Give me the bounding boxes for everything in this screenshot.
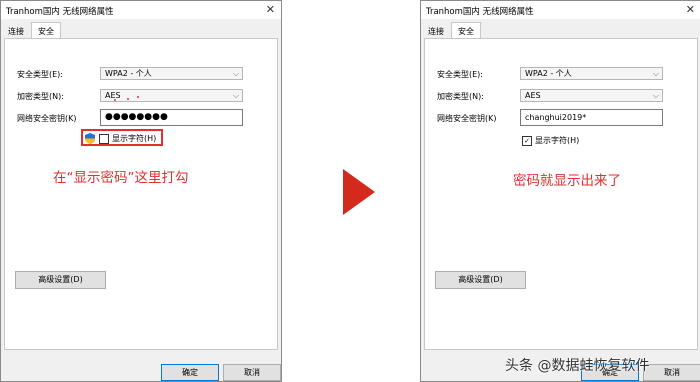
wifi-properties-dialog-before: Tranhom国内 无线网络属性 ✕ 连接 安全 安全类型(E): WPA2 -… — [0, 0, 282, 382]
chevron-down-icon: ⌵ — [232, 91, 239, 100]
encryption-type-select[interactable]: AES ⌵ — [520, 89, 663, 102]
security-type-value: WPA2 - 个人 — [525, 69, 572, 78]
cancel-button[interactable]: 取消 — [643, 364, 700, 381]
encryption-type-label: 加密类型(N): — [437, 92, 484, 101]
close-icon[interactable]: ✕ — [686, 3, 695, 16]
encryption-type-select[interactable]: AES ⌵ — [100, 89, 243, 102]
security-type-select[interactable]: WPA2 - 个人 ⌵ — [100, 67, 243, 80]
annotation-dot — [137, 96, 139, 98]
show-chars-label: 显示字符(H) — [535, 136, 580, 145]
tab-connection[interactable]: 连接 — [4, 24, 28, 39]
tab-strip: 连接 安全 — [421, 22, 700, 40]
security-panel: 安全类型(E): WPA2 - 个人 ⌵ 加密类型(N): AES ⌵ 网络安全… — [4, 38, 278, 350]
tab-strip: 连接 安全 — [1, 22, 281, 40]
network-key-field[interactable]: changhui2019* — [520, 109, 663, 126]
tab-connection[interactable]: 连接 — [424, 24, 448, 39]
security-panel: 安全类型(E): WPA2 - 个人 ⌵ 加密类型(N): AES ⌵ 网络安全… — [424, 38, 698, 350]
encryption-type-value: AES — [105, 91, 121, 100]
security-type-label: 安全类型(E): — [437, 70, 483, 79]
annotation-dot — [127, 98, 129, 100]
security-type-select[interactable]: WPA2 - 个人 ⌵ — [520, 67, 663, 80]
arrow-right-icon — [343, 169, 375, 215]
security-type-value: WPA2 - 个人 — [105, 69, 152, 78]
close-icon[interactable]: ✕ — [266, 3, 275, 16]
chevron-down-icon: ⌵ — [232, 69, 239, 78]
show-chars-checkbox[interactable]: ✓ 显示字符(H) — [522, 135, 579, 146]
checkbox-checked-icon[interactable]: ✓ — [522, 135, 532, 146]
title-bar: Tranhom国内 无线网络属性 ✕ — [421, 1, 700, 19]
ok-button[interactable]: 确定 — [161, 364, 219, 381]
encryption-type-value: AES — [525, 91, 541, 100]
dialog-title: Tranhom国内 无线网络属性 — [6, 7, 114, 17]
advanced-settings-button[interactable]: 高级设置(D) — [15, 271, 106, 289]
chevron-down-icon: ⌵ — [652, 69, 659, 78]
chevron-down-icon: ⌵ — [652, 91, 659, 100]
watermark-text: 头条 @数据蛙恢复软件 — [505, 358, 650, 374]
highlight-box — [81, 129, 163, 146]
wifi-properties-dialog-after: Tranhom国内 无线网络属性 ✕ 连接 安全 安全类型(E): WPA2 -… — [420, 0, 700, 382]
advanced-settings-button[interactable]: 高级设置(D) — [435, 271, 526, 289]
instruction-text: 在“显示密码”这里打勾 — [53, 170, 189, 186]
security-type-label: 安全类型(E): — [17, 70, 63, 79]
encryption-type-label: 加密类型(N): — [17, 92, 64, 101]
dialog-title: Tranhom国内 无线网络属性 — [426, 7, 534, 17]
network-key-field[interactable]: ●●●●●●●● — [100, 109, 243, 126]
network-key-label: 网络安全密钥(K) — [437, 114, 497, 123]
cancel-button[interactable]: 取消 — [223, 364, 281, 381]
network-key-label: 网络安全密钥(K) — [17, 114, 77, 123]
annotation-dot — [114, 99, 116, 101]
title-bar: Tranhom国内 无线网络属性 ✕ — [1, 1, 281, 19]
result-text: 密码就显示出来了 — [513, 173, 621, 189]
